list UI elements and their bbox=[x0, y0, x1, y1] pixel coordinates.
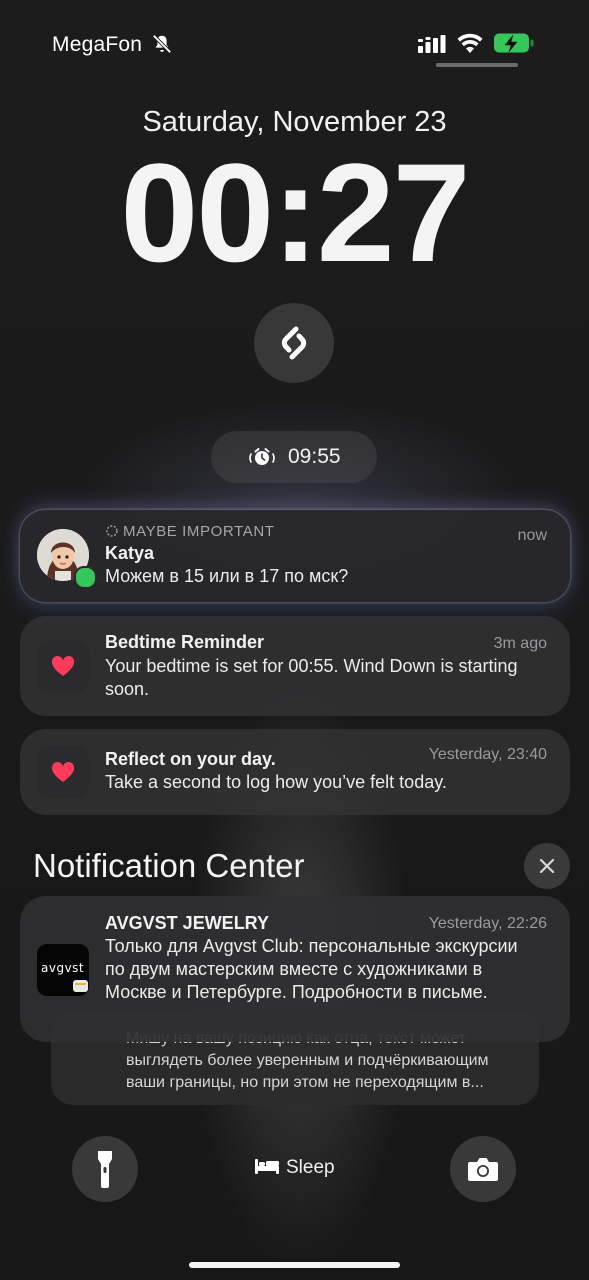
heart-icon bbox=[51, 655, 75, 676]
sparkle-icon bbox=[106, 525, 118, 537]
focus-label-text: MAYBE IMPORTANT bbox=[123, 523, 275, 540]
clear-notifications-button[interactable] bbox=[524, 843, 570, 889]
notification-time: 3m ago bbox=[493, 635, 547, 652]
notification-title: Reflect on your day. bbox=[105, 749, 276, 769]
heart-icon bbox=[51, 761, 75, 782]
lock-time: 00:27 bbox=[120, 134, 470, 291]
bed-icon bbox=[255, 1159, 279, 1174]
alarm-widget[interactable]: 09:55 bbox=[211, 431, 377, 483]
messages-badge-icon bbox=[74, 566, 97, 589]
status-bar: MegaFon bbox=[0, 0, 589, 90]
sleep-focus-indicator[interactable]: Sleep bbox=[254, 1157, 335, 1181]
focus-label: MAYBE IMPORTANT bbox=[105, 523, 275, 540]
notification-title: Bedtime Reminder bbox=[105, 632, 265, 652]
notification-time: now bbox=[517, 527, 547, 544]
shazam-icon bbox=[281, 326, 307, 360]
battery-charging-icon bbox=[494, 33, 534, 53]
home-indicator[interactable] bbox=[189, 1262, 400, 1268]
notification-body: Только для Avgvst Club: персональные экс… bbox=[105, 936, 518, 1002]
camera-icon bbox=[468, 1158, 498, 1181]
avgvst-icon-text: avgvst bbox=[41, 961, 85, 975]
carrier-label: MegaFon bbox=[52, 33, 143, 56]
notification-avgvst[interactable]: avgvst AVGVST JEWELRY Только для Avgvst … bbox=[20, 896, 570, 1042]
wifi-icon bbox=[457, 33, 483, 53]
sleep-label: Sleep bbox=[286, 1157, 335, 1178]
health-app-icon bbox=[37, 746, 89, 798]
notification-center-title: Notification Center bbox=[33, 847, 305, 884]
notification-reflect[interactable]: Reflect on your day. Take a second to lo… bbox=[20, 729, 570, 815]
notification-body: Your bedtime is set for 00:55. Wind Down… bbox=[105, 656, 518, 699]
status-grabber bbox=[436, 63, 518, 67]
notification-time: Yesterday, 23:40 bbox=[428, 746, 547, 763]
notification-katya[interactable]: MAYBE IMPORTANT Katya Можем в 15 или в 1… bbox=[20, 510, 570, 602]
notification-time: Yesterday, 22:26 bbox=[428, 915, 547, 932]
avgvst-app-icon: avgvst bbox=[37, 944, 89, 996]
notification-title: Katya bbox=[105, 543, 155, 563]
flashlight-button[interactable] bbox=[72, 1136, 138, 1202]
bell-slash-icon bbox=[152, 34, 172, 54]
alarm-time: 09:55 bbox=[288, 445, 341, 468]
notification-body: Можем в 15 или в 17 по мск? bbox=[105, 566, 349, 586]
signal-icon bbox=[418, 35, 446, 53]
notification-title: AVGVST JEWELRY bbox=[105, 913, 270, 933]
alarm-icon bbox=[249, 448, 275, 465]
health-app-icon bbox=[37, 640, 89, 692]
flashlight-icon bbox=[98, 1151, 112, 1188]
close-icon bbox=[539, 858, 555, 874]
notification-body: Take a second to log how you’ve felt tod… bbox=[105, 772, 447, 792]
notification-bedtime[interactable]: Bedtime Reminder Your bedtime is set for… bbox=[20, 616, 570, 716]
wallet-badge-icon bbox=[73, 980, 88, 992]
camera-button[interactable] bbox=[450, 1136, 516, 1202]
shazam-widget[interactable] bbox=[254, 303, 334, 383]
